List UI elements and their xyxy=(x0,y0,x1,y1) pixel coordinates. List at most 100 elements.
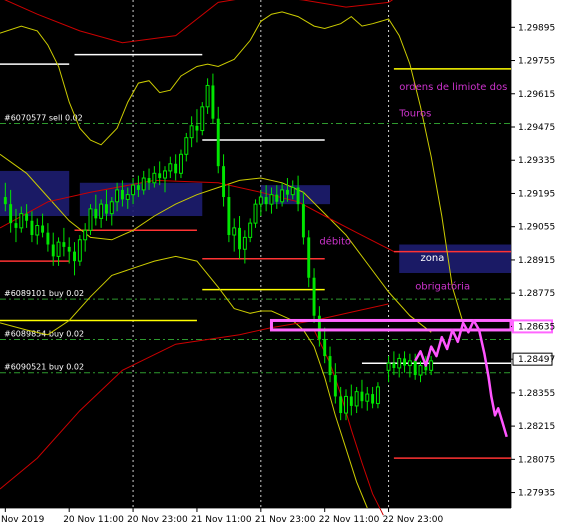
y-tick-label: 1.29195 xyxy=(518,189,555,199)
candle-body-bear xyxy=(67,246,71,252)
candle-body-bear xyxy=(323,339,327,357)
candle-body-bull xyxy=(386,362,391,371)
candle-body-bear xyxy=(14,223,18,228)
x-tick-label: 21 Nov 11:00 xyxy=(191,515,252,525)
x-tick-label: 22 Nov 23:00 xyxy=(383,515,444,525)
annotation-debito: débito xyxy=(319,236,351,248)
x-tick-label: 20 Nov 23:00 xyxy=(127,515,188,525)
candle-body-bear xyxy=(211,85,215,119)
candle-body-bear xyxy=(120,189,124,200)
candle-body-bull xyxy=(19,213,24,229)
candle-body-bear xyxy=(62,242,66,247)
candle-body-bull xyxy=(375,386,380,405)
y-tick-label: 1.29895 xyxy=(518,23,555,33)
candle-body-bear xyxy=(339,396,343,414)
candle-body-bear xyxy=(174,163,178,174)
candle-body-bear xyxy=(349,396,353,406)
candle-body-bear xyxy=(222,166,226,198)
annotation-touros: Touros xyxy=(398,108,431,119)
candlestick-chart: #6070577 sell 0.02#6089101 buy 0.02#6089… xyxy=(0,0,565,528)
y-tick-label: 1.27935 xyxy=(518,489,555,499)
candle-body-bull xyxy=(280,189,285,203)
candle-body-bear xyxy=(413,360,417,376)
candle-body-bear xyxy=(9,204,13,224)
candle-body-bull xyxy=(290,187,295,196)
x-tick-label: Nov 2019 xyxy=(1,515,45,525)
candle-body-bull xyxy=(141,177,146,191)
candle-body-bull xyxy=(205,84,210,108)
candle-body-bear xyxy=(392,363,396,368)
candle-body-bull xyxy=(354,391,359,407)
y-tick-label: 1.28075 xyxy=(518,455,555,465)
candle-body-bear xyxy=(307,237,311,278)
candle-body-bear xyxy=(94,208,98,219)
candle-body-bull xyxy=(429,360,434,371)
candle-body-bear xyxy=(301,204,305,238)
candle-body-bear xyxy=(296,187,300,205)
zone-rect xyxy=(399,244,511,273)
candle-body-bull xyxy=(99,203,104,219)
candle-body-bull xyxy=(242,236,247,250)
candle-body-bull xyxy=(232,227,237,236)
y-tick-label: 1.28497 xyxy=(518,355,555,365)
candle-body-bear xyxy=(104,204,108,214)
annotation-ordens: ordens de limiote dos xyxy=(399,82,507,93)
zone-rect xyxy=(79,182,203,217)
candle-body-bull xyxy=(115,189,120,203)
candle-body-bull xyxy=(365,393,370,402)
candle-body-bull xyxy=(344,395,348,414)
x-tick-label: 22 Nov 11:00 xyxy=(319,515,380,525)
x-tick-label: 20 Nov 11:00 xyxy=(63,515,124,525)
candle-body-bear xyxy=(46,232,50,245)
y-tick-label: 1.28775 xyxy=(518,289,555,299)
candle-body-bear xyxy=(216,118,220,167)
candle-body-bear xyxy=(238,227,241,250)
candle-body-bull xyxy=(83,229,88,241)
candle-body-bull xyxy=(88,208,93,231)
order-line-label: #6089101 buy 0.02 xyxy=(4,289,84,298)
candle-body-bull xyxy=(125,194,130,200)
candle-body-bear xyxy=(371,394,375,404)
order-line-label: #6070577 sell 0.02 xyxy=(4,113,83,122)
annotation-zona: zona xyxy=(421,253,445,264)
candle-body-bear xyxy=(403,358,407,366)
candle-body-bull xyxy=(35,225,40,236)
candle-body-bear xyxy=(25,213,29,221)
y-tick-label: 1.29335 xyxy=(518,156,555,166)
x-tick-label: 21 Nov 23:00 xyxy=(255,515,316,525)
candle-body-bull xyxy=(253,203,258,224)
candle-body-bull xyxy=(397,357,402,369)
candle-body-bull xyxy=(56,241,61,257)
candle-body-bear xyxy=(136,185,140,190)
candle-body-bear xyxy=(30,220,34,236)
y-tick-label: 1.29475 xyxy=(518,123,555,133)
candle-body-bull xyxy=(189,125,194,139)
candle-body-bear xyxy=(328,356,332,376)
candle-body-bull xyxy=(163,170,167,179)
order-line-label: #6090521 buy 0.02 xyxy=(4,363,84,372)
candle-body-bull xyxy=(200,106,205,132)
candle-body-bear xyxy=(360,391,364,402)
candle-body-bear xyxy=(312,277,316,316)
candle-body-bear xyxy=(3,197,7,205)
candle-body-bear xyxy=(275,194,279,202)
y-tick-label: 1.29055 xyxy=(518,223,555,233)
candle-body-bear xyxy=(195,125,199,131)
candle-body-bull xyxy=(258,196,263,205)
candle-body-bear xyxy=(73,251,76,262)
candle-body-bull xyxy=(109,201,114,215)
candle-body-bull xyxy=(77,239,82,262)
candle-body-bull xyxy=(168,163,173,172)
y-tick-label: 1.28915 xyxy=(518,256,555,266)
candle-body-bull xyxy=(184,137,189,155)
candle-body-bear xyxy=(41,225,45,233)
candle-body-bear xyxy=(158,173,162,179)
y-tick-label: 1.29755 xyxy=(518,57,555,67)
y-tick-label: 1.28215 xyxy=(518,422,555,432)
candle-body-bull xyxy=(418,365,423,376)
candle-body-bear xyxy=(51,244,55,257)
candle-body-bull xyxy=(152,172,157,184)
candle-body-bear xyxy=(264,197,268,205)
candle-body-bull xyxy=(407,360,412,367)
y-tick-label: 1.28355 xyxy=(518,389,555,399)
